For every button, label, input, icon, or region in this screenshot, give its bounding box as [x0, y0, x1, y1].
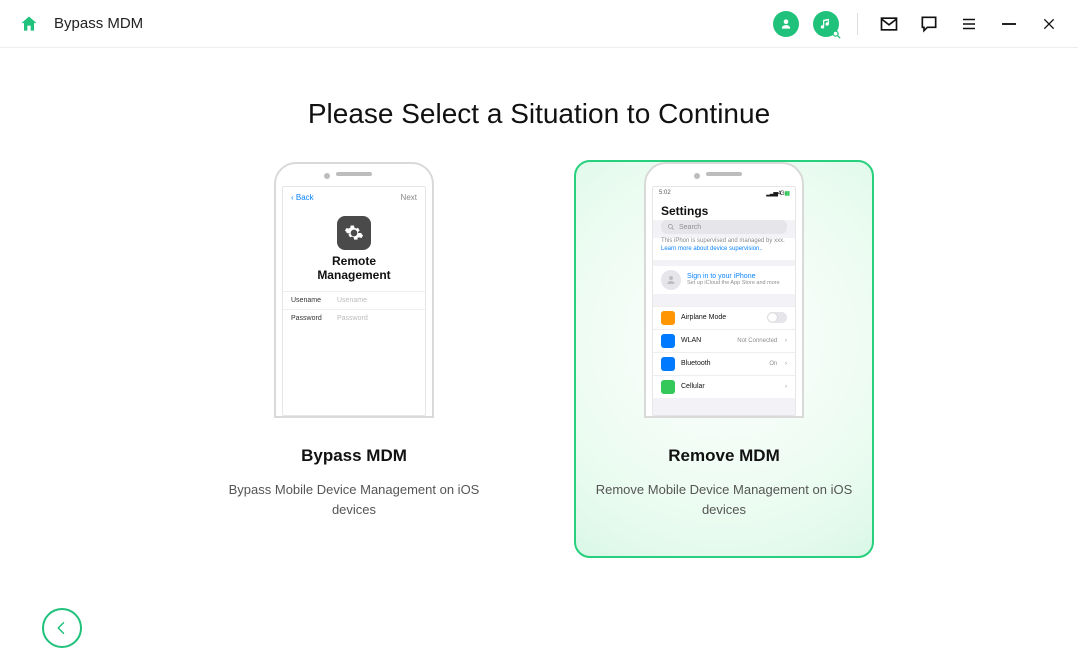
back-button[interactable]	[42, 608, 82, 648]
gear-icon	[337, 216, 371, 250]
minimize-button[interactable]	[996, 11, 1022, 37]
main: Please Select a Situation to Continue ‹ …	[0, 48, 1078, 558]
phone-preview-bypass: ‹ Back Next RemoteManagement Usename Use…	[274, 162, 434, 432]
mail-icon[interactable]	[876, 11, 902, 37]
settings-heading: Settings	[653, 200, 795, 220]
supervised-text: This iPhon is supervised and managed by …	[653, 238, 795, 260]
row-bluetooth: BluetoothOn ›	[653, 352, 795, 375]
toggle-icon	[767, 312, 787, 323]
phone-back-label: ‹ Back	[291, 193, 314, 202]
home-icon[interactable]	[16, 11, 42, 37]
feedback-icon[interactable]	[916, 11, 942, 37]
remote-management-title: RemoteManagement	[283, 254, 425, 283]
main-heading: Please Select a Situation to Continue	[0, 98, 1078, 130]
settings-search: Search	[661, 220, 787, 234]
titlebar: Bypass MDM	[0, 0, 1078, 48]
menu-icon[interactable]	[956, 11, 982, 37]
card-bypass-mdm[interactable]: ‹ Back Next RemoteManagement Usename Use…	[204, 160, 504, 558]
card-remove-mdm[interactable]: 5:02 ▂▃▅ 4G ▮▮ Settings Search This iPho…	[574, 160, 874, 558]
card-title: Bypass MDM	[301, 446, 407, 466]
card-desc: Bypass Mobile Device Management on iOS d…	[218, 480, 490, 519]
page-title: Bypass MDM	[54, 15, 143, 32]
titlebar-divider	[857, 13, 858, 35]
card-desc: Remove Mobile Device Management on iOS d…	[588, 480, 860, 519]
account-icon[interactable]	[773, 11, 799, 37]
password-field: Password Password	[283, 309, 425, 327]
phone-preview-remove: 5:02 ▂▃▅ 4G ▮▮ Settings Search This iPho…	[644, 162, 804, 432]
row-airplane: Airplane Mode	[653, 306, 795, 329]
phone-next-label: Next	[401, 193, 417, 202]
row-wlan: WLANNot Connected ›	[653, 329, 795, 352]
row-cellular: Cellular›	[653, 375, 795, 398]
status-bar: 5:02 ▂▃▅ 4G ▮▮	[653, 187, 795, 200]
card-title: Remove MDM	[668, 446, 779, 466]
close-button[interactable]	[1036, 11, 1062, 37]
username-field: Usename Usename	[283, 291, 425, 309]
avatar-icon	[661, 270, 681, 290]
cards: ‹ Back Next RemoteManagement Usename Use…	[0, 160, 1078, 558]
titlebar-right	[773, 11, 1062, 37]
titlebar-left: Bypass MDM	[16, 11, 143, 37]
music-icon[interactable]	[813, 11, 839, 37]
sign-in-row: Sign in to your iPhone Set up iCloud the…	[653, 266, 795, 294]
